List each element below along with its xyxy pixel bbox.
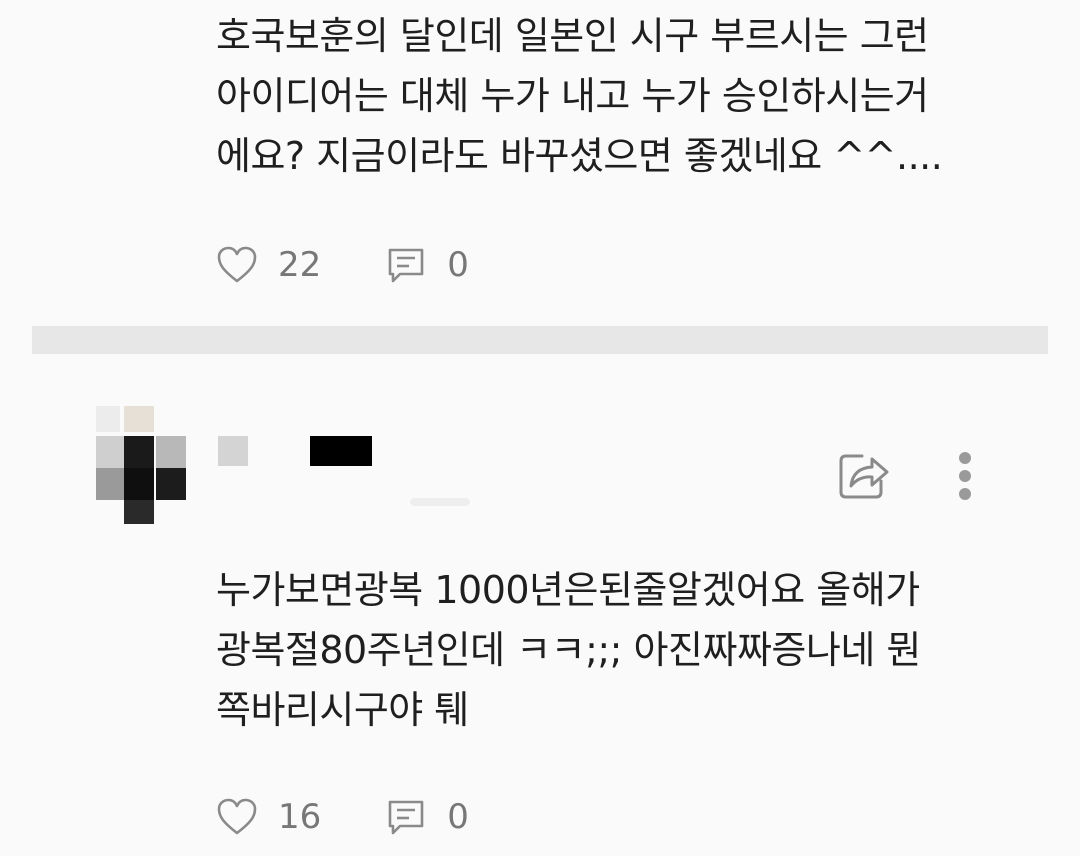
share-button[interactable] <box>836 448 892 502</box>
section-divider <box>32 326 1048 354</box>
more-options-button[interactable] <box>950 450 980 506</box>
comment-body: 누가보면광복 1000년은된줄알겠어요 올해가 광복절80주년인데 ㅋㅋ;;; … <box>216 560 1006 740</box>
like-count: 22 <box>278 245 322 285</box>
reply-count: 0 <box>447 245 469 285</box>
heart-outline-icon <box>217 246 257 283</box>
comment-date <box>410 498 470 506</box>
reply-button[interactable]: 0 <box>385 245 469 285</box>
comment-line: 호국보훈의 달인데 일본인 시구 부르시는 그런 <box>216 14 929 58</box>
comment-line: 쪽바리시구야 퉤 <box>216 688 469 732</box>
share-arrow-icon <box>839 454 889 499</box>
reply-count: 0 <box>447 797 469 837</box>
comment-body: 호국보훈의 달인데 일본인 시구 부르시는 그런 아이디어는 대체 누가 내고 … <box>216 6 1006 186</box>
like-count: 16 <box>278 797 322 837</box>
author-name[interactable] <box>216 436 376 472</box>
comment-line: 에요? 지금이라도 바꾸셨으면 좋겠네요 ^^.... <box>216 134 943 178</box>
avatar[interactable] <box>90 406 186 524</box>
speech-bubble-icon <box>388 248 424 283</box>
speech-bubble-icon <box>388 800 424 835</box>
heart-outline-icon <box>217 798 257 835</box>
comment-line: 누가보면광복 1000년은된줄알겠어요 올해가 <box>216 568 920 612</box>
vertical-dots-icon <box>959 452 971 500</box>
comment-actions: 22 0 <box>216 240 469 290</box>
comment-actions: 16 0 <box>216 792 469 842</box>
like-button[interactable]: 22 <box>216 245 321 285</box>
reply-button[interactable]: 0 <box>385 797 469 837</box>
like-button[interactable]: 16 <box>216 797 321 837</box>
comment-line: 광복절80주년인데 ㅋㅋ;;; 아진짜짜증나네 뭔 <box>216 628 921 672</box>
comment-line: 아이디어는 대체 누가 내고 누가 승인하시는거 <box>216 74 929 118</box>
